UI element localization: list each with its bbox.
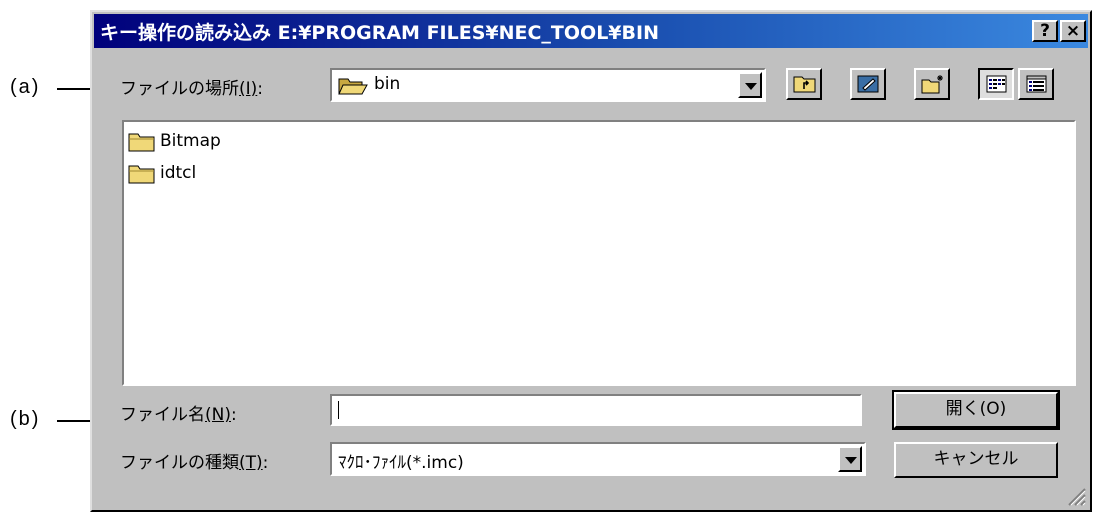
file-name: idtcl: [160, 163, 197, 183]
up-one-level-icon: [793, 76, 816, 93]
filetype-dropdown-button[interactable]: [838, 446, 862, 472]
list-view-button[interactable]: [978, 68, 1014, 100]
filename-label: ファイル名(N):: [120, 405, 237, 425]
callout-b: (b): [10, 408, 41, 430]
desktop-button[interactable]: [850, 68, 886, 100]
text-caret: [338, 401, 339, 419]
cancel-button[interactable]: キャンセル: [894, 442, 1058, 478]
details-view-icon: [1026, 75, 1047, 93]
list-view-icon: [986, 75, 1007, 93]
open-folder-icon: [338, 78, 368, 95]
location-combo[interactable]: bin: [330, 68, 766, 102]
new-folder-button[interactable]: [914, 68, 950, 100]
resize-grip-icon[interactable]: [1064, 484, 1086, 506]
new-folder-icon: [921, 75, 943, 94]
dialog-title: キー操作の読み込み E:¥PROGRAM FILES¥NEC_TOOL¥BIN: [100, 22, 659, 44]
desktop-icon: [857, 75, 879, 93]
file-name: Bitmap: [160, 131, 221, 151]
location-value: bin: [374, 74, 401, 94]
open-button[interactable]: 開く(O): [892, 390, 1060, 430]
folder-icon: [128, 133, 155, 152]
filetype-label: ファイルの種類(T):: [120, 453, 269, 473]
location-label: ファイルの場所(I):: [120, 79, 264, 99]
help-button[interactable]: ?: [1032, 20, 1058, 42]
details-view-button[interactable]: [1018, 68, 1054, 100]
up-one-level-button[interactable]: [786, 68, 822, 100]
close-button[interactable]: ×: [1060, 20, 1086, 42]
filename-input[interactable]: [330, 394, 862, 426]
filetype-combo[interactable]: ﾏｸﾛ･ﾌｧｲﾙ(*.imc): [330, 442, 866, 476]
location-dropdown-button[interactable]: [738, 72, 762, 98]
open-file-dialog: キー操作の読み込み E:¥PROGRAM FILES¥NEC_TOOL¥BIN …: [90, 10, 1092, 512]
file-list[interactable]: Bitmap idtcl: [122, 120, 1076, 386]
callout-a: (a): [10, 76, 41, 98]
folder-icon: [128, 165, 155, 184]
title-bar[interactable]: キー操作の読み込み E:¥PROGRAM FILES¥NEC_TOOL¥BIN …: [94, 14, 1088, 48]
filetype-value: ﾏｸﾛ･ﾌｧｲﾙ(*.imc): [338, 453, 464, 473]
